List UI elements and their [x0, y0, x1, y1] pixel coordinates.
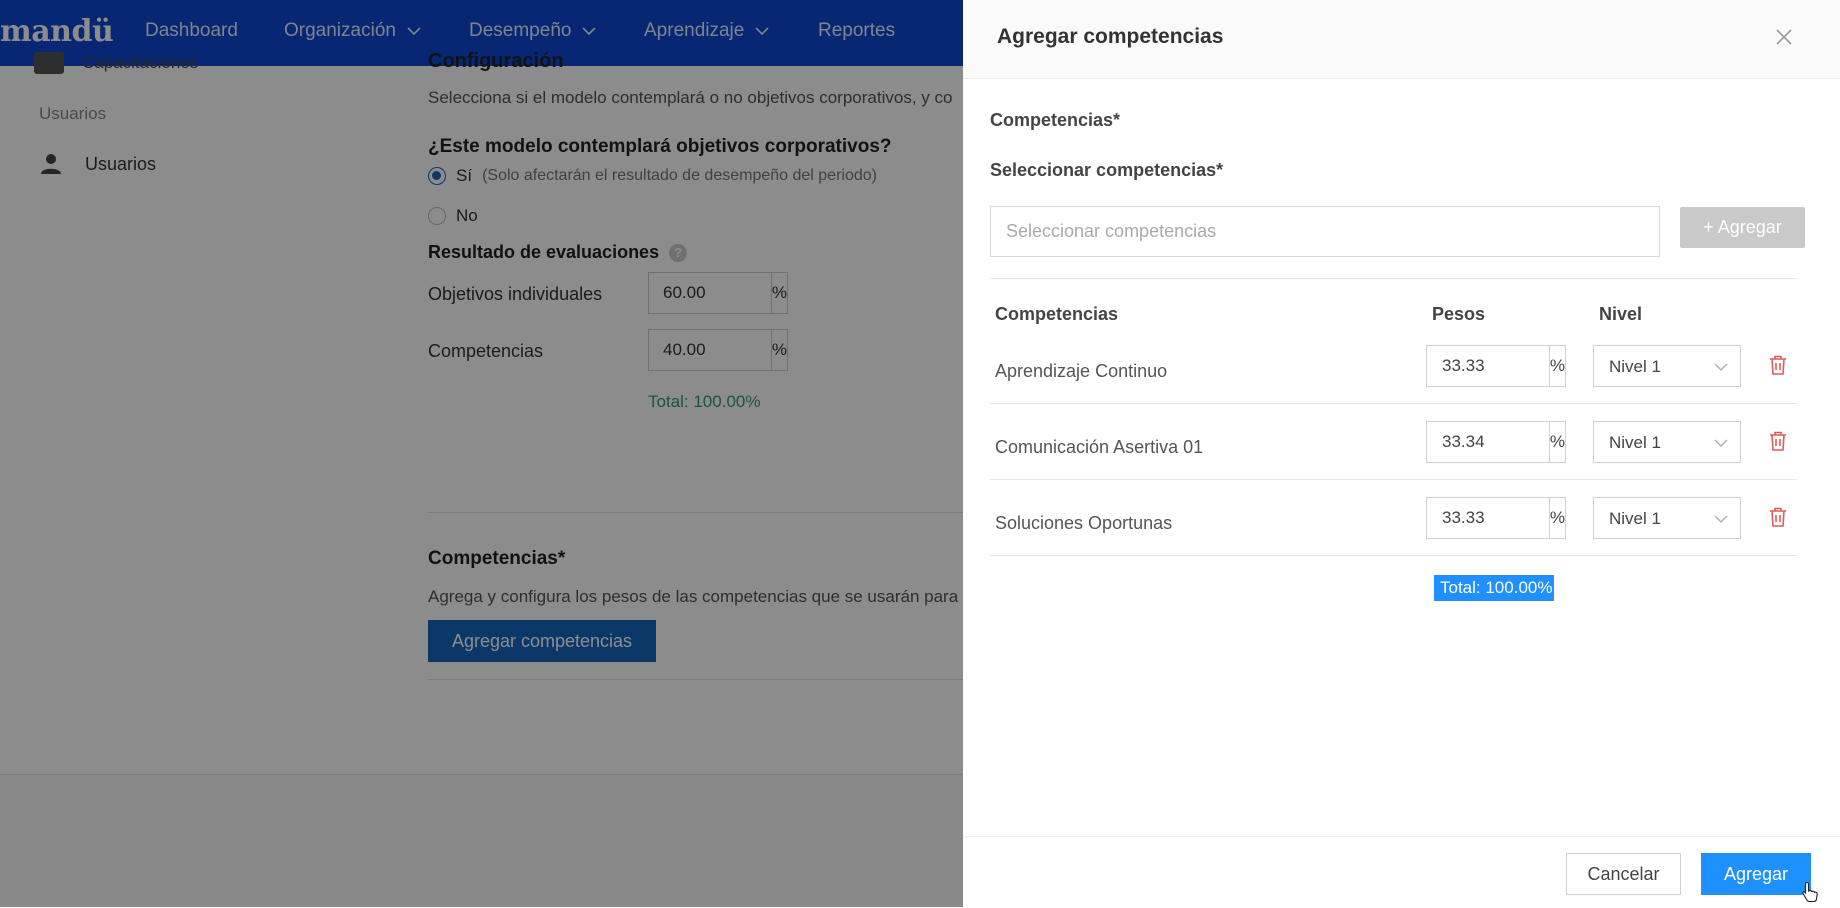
- chevron-down-icon: [1714, 515, 1728, 523]
- table-row: Aprendizaje Continuo 33.33 % Nivel 1: [990, 333, 1797, 409]
- level-value: Nivel 1: [1609, 509, 1661, 528]
- table-row: Comunicación Asertiva 01 33.34 % Nivel 1: [990, 409, 1797, 485]
- chevron-down-icon: [1714, 363, 1728, 371]
- weights-total: Total: 100.00%: [1434, 575, 1555, 601]
- divider: [990, 278, 1797, 279]
- drawer-title: Agregar competencias: [997, 25, 1224, 48]
- weight-input[interactable]: 33.33 %: [1426, 345, 1566, 387]
- column-header-competencias: Competencias: [995, 304, 1119, 324]
- competencia-name: Comunicación Asertiva 01: [995, 437, 1204, 457]
- divider: [990, 555, 1797, 556]
- submit-agregar-button[interactable]: Agregar: [1701, 853, 1811, 895]
- divider: [990, 403, 1797, 404]
- select-competencias-label: Seleccionar competencias*: [990, 160, 1224, 180]
- divider: [990, 479, 1797, 480]
- percent-addon: %: [1549, 508, 1565, 527]
- add-competencia-button[interactable]: + Agregar: [1680, 207, 1805, 248]
- weight-input[interactable]: 33.33 %: [1426, 497, 1566, 539]
- trash-icon[interactable]: [1768, 506, 1788, 528]
- weight-input[interactable]: 33.34 %: [1426, 421, 1566, 463]
- select-competencias-input[interactable]: Seleccionar competencias: [990, 206, 1660, 257]
- trash-icon[interactable]: [1768, 430, 1788, 452]
- table-row: Soluciones Oportunas 33.33 % Nivel 1: [990, 485, 1797, 561]
- percent-addon: %: [1549, 356, 1565, 375]
- close-icon[interactable]: [1771, 24, 1797, 50]
- level-value: Nivel 1: [1609, 433, 1661, 452]
- weight-value[interactable]: 33.33: [1427, 346, 1550, 386]
- cancel-button[interactable]: Cancelar: [1566, 853, 1681, 895]
- column-header-pesos: Pesos: [1432, 304, 1486, 324]
- level-value: Nivel 1: [1609, 357, 1661, 376]
- hand-pointer-icon: [1802, 881, 1818, 903]
- level-select[interactable]: Nivel 1: [1593, 421, 1741, 463]
- percent-addon: %: [1549, 432, 1565, 451]
- weight-value[interactable]: 33.33: [1427, 498, 1550, 538]
- modal-overlay[interactable]: [0, 0, 963, 907]
- drawer-header: Agregar competencias: [963, 0, 1840, 79]
- column-header-nivel: Nivel: [1599, 304, 1643, 324]
- competencias-label: Competencias*: [990, 110, 1121, 130]
- chevron-down-icon: [1714, 439, 1728, 447]
- add-competencias-drawer: Agregar competencias Competencias* Selec…: [963, 0, 1840, 908]
- level-select[interactable]: Nivel 1: [1593, 497, 1741, 539]
- competencia-name: Soluciones Oportunas: [995, 513, 1173, 533]
- drawer-footer: Cancelar Agregar: [963, 836, 1840, 908]
- weight-value[interactable]: 33.34: [1427, 422, 1550, 462]
- trash-icon[interactable]: [1768, 354, 1788, 376]
- level-select[interactable]: Nivel 1: [1593, 345, 1741, 387]
- competencia-name: Aprendizaje Continuo: [995, 361, 1168, 381]
